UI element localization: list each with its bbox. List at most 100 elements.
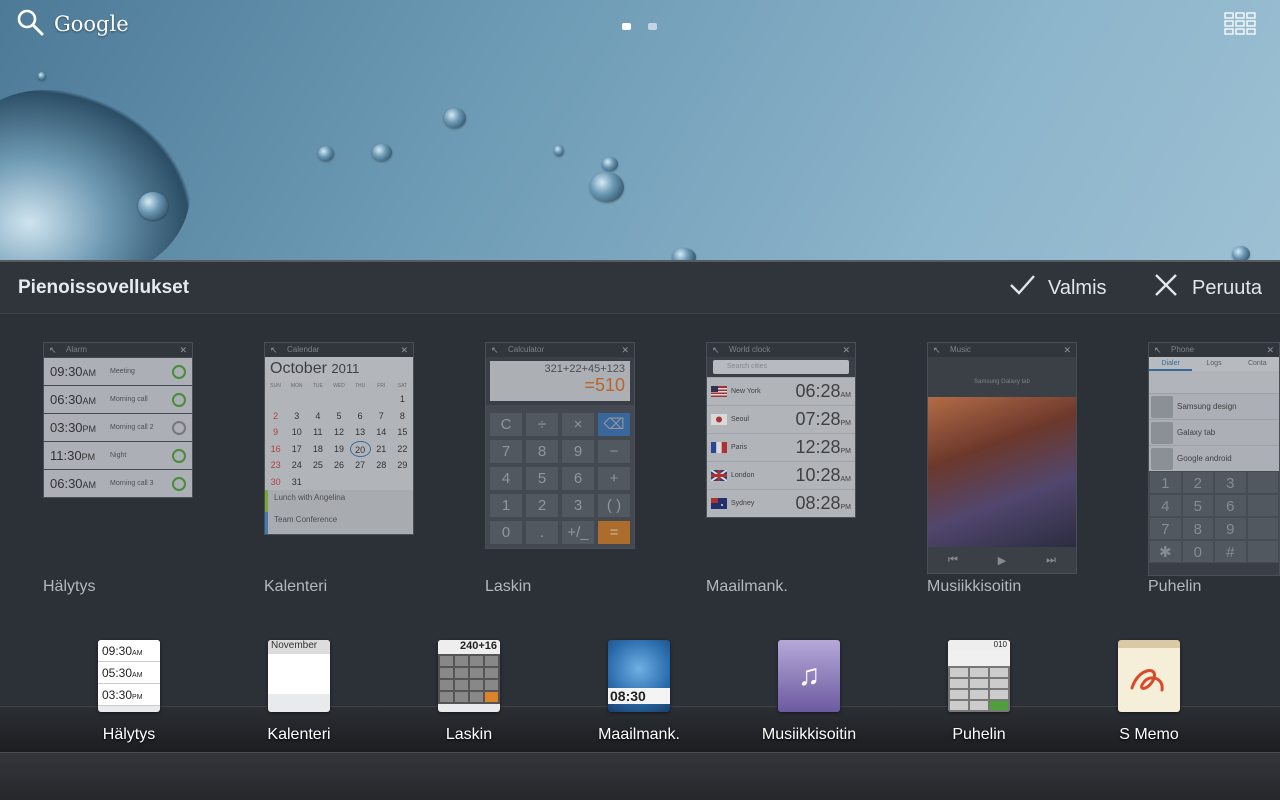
alarm-clock-icon bbox=[172, 476, 186, 491]
dock-item-alarm[interactable]: 09:30AM 05:30AM 03:30PM Hälytys bbox=[74, 640, 184, 748]
calculator-key: 0 bbox=[490, 521, 522, 544]
calendar-weekday: THU bbox=[354, 383, 366, 389]
cancel-label: Peruuta bbox=[1192, 276, 1263, 299]
calendar-day: 29 bbox=[397, 460, 408, 470]
phone-tabs: Dialer Logs Conta bbox=[1149, 357, 1279, 371]
dock-item-world-clock[interactable]: 08:30 Maailmank. bbox=[584, 640, 694, 748]
check-icon bbox=[1008, 271, 1036, 305]
dock-label: Maailmank. bbox=[598, 726, 680, 743]
water-drop bbox=[318, 146, 334, 161]
calculator-keypad: C ÷ × ⌫ 7 8 9− 4 5 6 +1 2 3( ) 0. +/_ = bbox=[486, 405, 634, 548]
world-clock-row: Paris 12:28PM bbox=[707, 433, 855, 461]
dock-item-calendar[interactable]: November Kalenteri bbox=[244, 640, 354, 748]
water-drop bbox=[590, 172, 624, 202]
music-icon: ♫ bbox=[778, 640, 840, 712]
widget-calendar[interactable]: Calendar October 2011 SUN MON TUE WED THU FRI… bbox=[264, 342, 442, 604]
alarm-clock-icon bbox=[172, 448, 186, 463]
widget-preview-header: Alarm bbox=[44, 343, 192, 357]
world-clock-icon: 08:30 bbox=[608, 640, 670, 712]
calendar-day: 7 bbox=[378, 410, 384, 421]
calendar-day: 18 bbox=[312, 443, 323, 454]
widget-preview-header: Music bbox=[928, 343, 1076, 357]
next-icon: ⏭ bbox=[1046, 553, 1057, 566]
water-drop bbox=[672, 248, 696, 260]
calculator-key: 8 bbox=[526, 440, 558, 463]
calendar-day: 3 bbox=[294, 410, 300, 421]
water-drop bbox=[1232, 246, 1250, 260]
memo-icon bbox=[1118, 640, 1180, 712]
fr-flag-icon bbox=[711, 442, 727, 453]
calendar-day bbox=[328, 474, 349, 491]
calendar-day bbox=[265, 391, 286, 408]
dock-item-phone[interactable]: 010 Puhelin bbox=[924, 640, 1034, 748]
calendar-day: 2 bbox=[273, 410, 279, 421]
widget-preview-phone: Phone Dialer Logs Conta Samsung design G… bbox=[1148, 342, 1280, 576]
widget-music-player[interactable]: Music Samsung Galaxy tab ⏮ ▶ ⏭ Musiikkis… bbox=[927, 342, 1105, 604]
calendar-day bbox=[371, 474, 392, 491]
avatar bbox=[1151, 421, 1173, 444]
calendar-month: October 2011 bbox=[265, 357, 413, 381]
calendar-day-cell bbox=[303, 686, 312, 694]
done-label: Valmis bbox=[1048, 276, 1107, 299]
phone-key: 7 bbox=[1149, 517, 1182, 540]
calendar-day-cell bbox=[303, 678, 312, 686]
google-label: Google bbox=[54, 12, 129, 36]
phone-key: 1 bbox=[1149, 471, 1182, 494]
calendar-day: 15 bbox=[397, 427, 408, 437]
calendar-day: 23 bbox=[270, 460, 281, 470]
kr-flag-icon bbox=[711, 414, 727, 425]
page-dot bbox=[648, 23, 657, 30]
calculator-key: 5 bbox=[526, 467, 558, 490]
widget-preview-calculator: Calculator 321+22+45+123 =510 C÷×⌫ 789− 45… bbox=[485, 342, 635, 549]
widget-phone[interactable]: Phone Dialer Logs Conta Samsung design G… bbox=[1148, 342, 1280, 604]
calendar-day-cell bbox=[286, 662, 295, 670]
dock-item-music[interactable]: ♫ Musiikkisoitin bbox=[754, 640, 864, 748]
done-button[interactable]: Valmis bbox=[1008, 273, 1107, 303]
calendar-day bbox=[328, 391, 349, 408]
calendar-day-cell bbox=[321, 654, 330, 662]
water-drop bbox=[38, 72, 46, 80]
dock-item-s-memo[interactable]: S Memo bbox=[1094, 640, 1204, 748]
calendar-day-cell bbox=[312, 670, 321, 678]
google-search-button[interactable]: Google bbox=[16, 8, 129, 40]
previous-icon: ⏮ bbox=[947, 553, 958, 566]
widget-calculator[interactable]: Calculator 321+22+45+123 =510 C÷×⌫ 789− 45… bbox=[485, 342, 663, 604]
au-flag-icon bbox=[711, 498, 727, 509]
all-apps-button[interactable] bbox=[1224, 12, 1256, 36]
calendar-day: 26 bbox=[333, 460, 344, 470]
widget-preview-header: Calculator bbox=[486, 343, 634, 357]
dock-label: Kalenteri bbox=[267, 726, 331, 743]
music-track-title: Samsung Galaxy tab bbox=[974, 379, 1030, 385]
water-splash bbox=[0, 90, 190, 260]
widget-label: Maailmank. bbox=[706, 578, 788, 595]
water-drop bbox=[554, 145, 564, 156]
search-icon bbox=[16, 8, 44, 41]
alarm-row: 06:30AM Morning call 3 bbox=[44, 469, 192, 497]
calculator-display: 321+22+45+123 =510 bbox=[490, 361, 630, 401]
calendar-day-cell bbox=[312, 678, 321, 686]
cancel-button[interactable]: Peruuta bbox=[1152, 273, 1262, 303]
phone-key: 0 bbox=[1181, 540, 1214, 563]
calendar-day-cell bbox=[268, 670, 277, 678]
calendar-weekday: FRI bbox=[377, 383, 386, 389]
calendar-weekday: TUE bbox=[312, 383, 323, 389]
calculator-key: C bbox=[490, 413, 522, 436]
calendar-day: 20 bbox=[349, 440, 371, 457]
calendar-day: 14 bbox=[376, 427, 387, 437]
dock-item-calculator[interactable]: 240+16 Laskin bbox=[414, 640, 524, 748]
calendar-day: 30 bbox=[270, 476, 281, 487]
alarm-icon: 09:30AM 05:30AM 03:30PM bbox=[98, 640, 160, 712]
us-flag-icon bbox=[711, 386, 727, 397]
widget-alarm[interactable]: Alarm 09:30AMMeeting 06:30AMMorning call… bbox=[43, 342, 221, 604]
calendar-day: 31 bbox=[291, 476, 302, 487]
calendar-day: 5 bbox=[336, 410, 342, 421]
alarm-clock-icon bbox=[172, 420, 186, 435]
calendar-weekday: SUN bbox=[270, 383, 281, 389]
calendar-day-cell bbox=[268, 654, 277, 662]
calendar-day-cell bbox=[295, 662, 304, 670]
phone-key: # bbox=[1214, 540, 1247, 563]
calendar-day-cell bbox=[286, 654, 295, 662]
calendar-icon: November bbox=[268, 640, 330, 712]
calendar-day bbox=[350, 391, 371, 408]
widget-world-clock[interactable]: World clock Search cities New York06:28A… bbox=[706, 342, 884, 604]
